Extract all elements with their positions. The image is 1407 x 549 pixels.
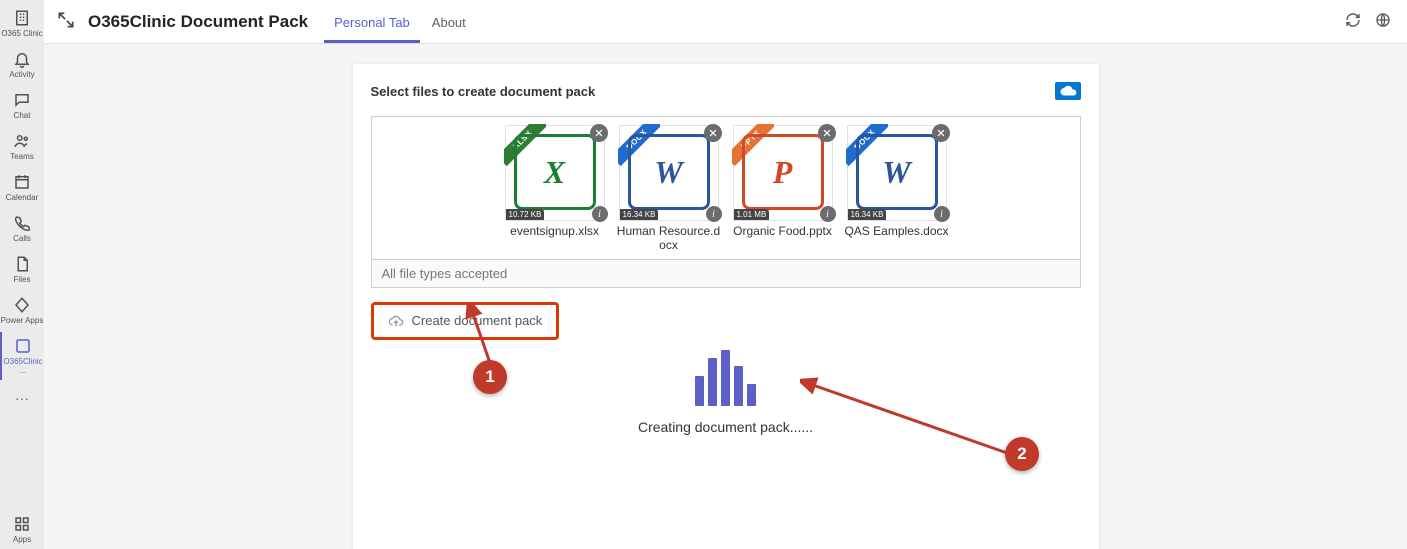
rail-label: Calendar: [6, 193, 38, 202]
file-size-badge: 1.01 MB: [734, 209, 770, 220]
phone-icon: [13, 214, 31, 232]
rail-item-teams[interactable]: Teams: [0, 127, 44, 166]
remove-file-button[interactable]: [932, 124, 950, 142]
create-button-label: Create document pack: [412, 313, 543, 328]
rail-label: O365 Clinic: [1, 29, 42, 38]
file-thumbnail: DOCX W 16.34 KB i: [619, 125, 719, 221]
file-thumbnail: XLSX X 10.72 KB i: [505, 125, 605, 221]
tab-about[interactable]: About: [422, 3, 476, 43]
chat-icon: [13, 91, 31, 109]
rail-label: Files: [14, 275, 31, 284]
tabs: Personal Tab About: [324, 3, 476, 43]
rail-item-activity[interactable]: Activity: [0, 45, 44, 84]
close-icon: [708, 128, 718, 138]
refresh-icon: [1345, 12, 1361, 28]
rail-item-files[interactable]: Files: [0, 250, 44, 289]
file-size-badge: 16.34 KB: [620, 209, 659, 220]
close-icon: [594, 128, 604, 138]
file-name: Organic Food.pptx: [730, 225, 836, 239]
onedrive-badge[interactable]: [1055, 82, 1081, 100]
rail-item-powerapps[interactable]: Power Apps: [0, 291, 44, 330]
rail-item-o365clinic-app[interactable]: O365Clinic ...: [0, 332, 44, 380]
bell-icon: [13, 50, 31, 68]
file-thumbnail: DOCX W 16.34 KB i: [847, 125, 947, 221]
refresh-button[interactable]: [1345, 12, 1361, 31]
cloud-upload-icon: [388, 313, 404, 329]
file-size-badge: 16.34 KB: [848, 209, 887, 220]
file-info-button[interactable]: i: [706, 206, 722, 222]
remove-file-button[interactable]: [818, 124, 836, 142]
app-icon: [14, 337, 32, 355]
rail-item-apps[interactable]: Apps: [0, 510, 44, 549]
close-icon: [822, 128, 832, 138]
rail-label: Apps: [13, 535, 31, 544]
people-icon: [13, 132, 31, 150]
expand-icon: [56, 10, 76, 30]
file-letter-icon: P: [773, 154, 793, 191]
grid-icon: [13, 515, 31, 533]
rail-more[interactable]: ···: [0, 382, 44, 414]
tab-personal[interactable]: Personal Tab: [324, 3, 420, 43]
file-info-button[interactable]: i: [934, 206, 950, 222]
file-name: QAS Eamples.docx: [844, 225, 950, 239]
rail-item-calendar[interactable]: Calendar: [0, 168, 44, 207]
rail-label: Teams: [10, 152, 34, 161]
calendar-icon: [13, 173, 31, 191]
rail-label: Power Apps: [1, 316, 44, 325]
file-card[interactable]: XLSX X 10.72 KB i eventsignup.xlsx: [502, 125, 608, 253]
diamond-icon: [13, 296, 31, 314]
rail-label: Calls: [13, 234, 31, 243]
globe-icon: [1375, 12, 1391, 28]
rail-label: Activity: [9, 70, 34, 79]
file-card[interactable]: PPTX P 1.01 MB i Organic Food.pptx: [730, 125, 836, 253]
building-icon: [13, 9, 31, 27]
file-size-badge: 10.72 KB: [506, 209, 545, 220]
file-name: Human Resource.docx: [616, 225, 722, 253]
close-icon: [936, 128, 946, 138]
remove-file-button[interactable]: [704, 124, 722, 142]
file-card[interactable]: DOCX W 16.34 KB i Human Resource.docx: [616, 125, 722, 253]
document-pack-card: Select files to create document pack XLS…: [353, 64, 1099, 549]
file-name: eventsignup.xlsx: [502, 225, 608, 239]
loading-bars-icon: [695, 350, 756, 406]
file-letter-icon: X: [544, 154, 565, 191]
remove-file-button[interactable]: [590, 124, 608, 142]
app-tab-icon: [56, 10, 76, 33]
left-rail: O365 Clinic Activity Chat Teams Calendar…: [0, 0, 44, 549]
file-thumbnail: PPTX P 1.01 MB i: [733, 125, 833, 221]
files-row: XLSX X 10.72 KB i eventsignup.xlsx DOCX …: [372, 117, 1080, 259]
file-drop-zone[interactable]: XLSX X 10.72 KB i eventsignup.xlsx DOCX …: [371, 116, 1081, 288]
globe-button[interactable]: [1375, 12, 1391, 31]
app-title: O365Clinic Document Pack: [88, 12, 308, 32]
file-info-button[interactable]: i: [592, 206, 608, 222]
progress-label: Creating document pack......: [371, 419, 1081, 435]
top-bar: O365Clinic Document Pack Personal Tab Ab…: [44, 0, 1407, 44]
file-icon: [13, 255, 31, 273]
card-title: Select files to create document pack: [371, 84, 596, 99]
rail-label: O365Clinic ...: [3, 357, 42, 375]
callout-badge-2: 2: [1005, 437, 1039, 471]
dropzone-footer: All file types accepted: [372, 259, 1080, 287]
file-card[interactable]: DOCX W 16.34 KB i QAS Eamples.docx: [844, 125, 950, 253]
create-document-pack-button[interactable]: Create document pack: [371, 302, 560, 340]
file-info-button[interactable]: i: [820, 206, 836, 222]
main-area: O365Clinic Document Pack Personal Tab Ab…: [44, 0, 1407, 549]
file-letter-icon: W: [654, 154, 682, 191]
rail-item-o365clinic[interactable]: O365 Clinic: [0, 4, 44, 43]
callout-badge-1: 1: [473, 360, 507, 394]
rail-item-calls[interactable]: Calls: [0, 209, 44, 248]
cloud-icon: [1058, 85, 1078, 97]
content: Select files to create document pack XLS…: [44, 44, 1407, 549]
file-letter-icon: W: [882, 154, 910, 191]
rail-item-chat[interactable]: Chat: [0, 86, 44, 125]
rail-label: Chat: [14, 111, 31, 120]
progress-area: Creating document pack......: [371, 350, 1081, 435]
